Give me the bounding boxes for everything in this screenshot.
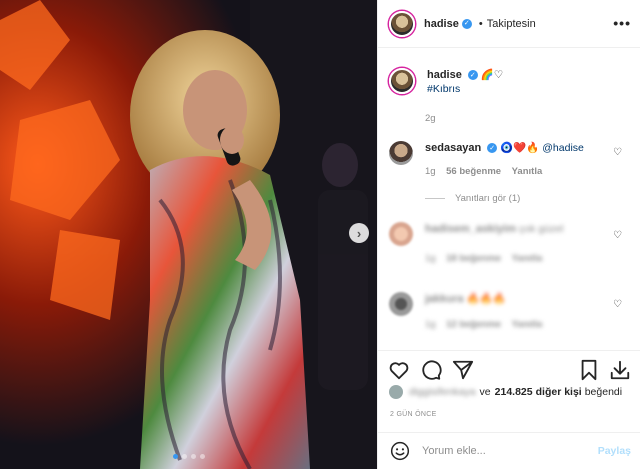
comment-form: Yorum ekle... Paylaş	[378, 432, 640, 469]
replies-divider	[425, 198, 445, 199]
comment-age: 1g	[425, 253, 436, 264]
comment-likes[interactable]: 56 beğenme	[446, 166, 501, 177]
comment-item: jakkura 🔥🔥🔥 1g 12 beğenme Yanıtla	[389, 292, 542, 332]
comment-input[interactable]: Yorum ekle...	[422, 445, 598, 457]
comment-item: sedasayan ✓ 🧿❤️🔥 @hadise 1g 56 beğenme Y…	[389, 141, 584, 179]
comment-mention[interactable]: @hadise	[542, 142, 584, 154]
caption-username[interactable]: hadise	[427, 69, 462, 81]
post-comment-button[interactable]: Paylaş	[598, 445, 631, 457]
commenter-username[interactable]: jakkura	[425, 293, 464, 305]
comment-emojis: 🧿❤️🔥	[500, 142, 540, 154]
view-replies-label[interactable]: Yanıtları gör (1)	[455, 193, 520, 204]
comment-likes[interactable]: 12 beğenme	[446, 319, 501, 330]
post-actions: diggisifenkaya ve 214.825 diğer kişi beğ…	[378, 350, 640, 432]
caption-emojis: 🌈♡	[480, 69, 504, 81]
bookmark-icon[interactable]	[578, 359, 600, 381]
reply-button[interactable]: Yanıtla	[512, 166, 543, 177]
more-options-icon[interactable]: •••	[613, 15, 631, 31]
likes-verb: beğendi	[584, 386, 623, 398]
comment-item: hadisem_askiyim çok güzel 1g 18 beğenme …	[389, 222, 563, 266]
post-side-panel: hadise ✓ • Takiptesin ••• hadise ✓ 🌈♡ #K…	[377, 0, 640, 469]
comment-meta: 1g 56 beğenme Yanıtla	[425, 165, 584, 179]
verified-badge-icon: ✓	[487, 143, 498, 154]
comment-meta: 1g 12 beğenme Yanıtla	[425, 318, 542, 332]
carousel-indicator	[0, 454, 377, 459]
caption-age: 2g	[425, 113, 436, 124]
download-icon[interactable]	[609, 359, 631, 381]
chevron-right-icon: ›	[356, 225, 362, 241]
caption-hashtag[interactable]: #Kıbrıs	[427, 82, 503, 96]
commenter-avatar[interactable]	[389, 141, 413, 165]
carousel-dot	[172, 454, 178, 459]
comment-meta: 1g 18 beğenme Yanıtla	[425, 252, 563, 266]
carousel-next-button[interactable]: ›	[349, 223, 369, 243]
caption-avatar[interactable]	[389, 68, 415, 94]
liker-username[interactable]: diggisifenkaya	[409, 386, 476, 398]
carousel-dot	[199, 454, 205, 459]
likes-others[interactable]: diğer kişi	[536, 386, 582, 398]
comment-age: 1g	[425, 166, 436, 177]
comment-text: 🔥🔥🔥	[466, 293, 506, 305]
view-replies[interactable]: Yanıtları gör (1)	[425, 193, 520, 204]
reply-button[interactable]: Yanıtla	[512, 253, 543, 264]
instagram-post: › hadise ✓ • Takiptesin ••• hadise ✓ 🌈♡ …	[0, 0, 640, 469]
comment-like-heart-icon[interactable]: ♡	[613, 299, 622, 310]
comment-age: 1g	[425, 319, 436, 330]
carousel-dot	[181, 454, 187, 459]
follow-status[interactable]: Takiptesin	[487, 18, 536, 30]
author-username[interactable]: hadise	[424, 18, 459, 30]
commenter-username[interactable]: hadisem_askiyim	[425, 223, 516, 235]
caption: hadise ✓ 🌈♡ #Kıbrıs	[389, 68, 503, 96]
emoji-icon[interactable]	[390, 441, 410, 461]
heart-icon[interactable]	[388, 359, 410, 381]
carousel-dot	[190, 454, 196, 459]
verified-badge-icon: ✓	[461, 18, 472, 29]
reply-button[interactable]: Yanıtla	[512, 319, 543, 330]
author-avatar[interactable]	[389, 10, 415, 37]
commenter-avatar[interactable]	[389, 222, 413, 246]
concert-photo	[0, 0, 377, 469]
commenter-username[interactable]: sedasayan	[425, 142, 481, 154]
post-header: hadise ✓ • Takiptesin •••	[378, 0, 640, 48]
likes-summary[interactable]: diggisifenkaya ve 214.825 diğer kişi beğ…	[389, 385, 622, 399]
comment-like-heart-icon[interactable]: ♡	[613, 230, 622, 241]
post-date: 2 GÜN ÖNCE	[390, 411, 437, 418]
likes-count[interactable]: 214.825	[495, 386, 533, 398]
follow-separator: •	[475, 17, 483, 30]
likes-connector: ve	[479, 386, 491, 398]
liker-avatar	[389, 385, 403, 399]
comment-text: çok güzel	[519, 223, 564, 235]
comment-icon[interactable]	[420, 359, 442, 381]
comment-likes[interactable]: 18 beğenme	[446, 253, 501, 264]
paper-plane-icon[interactable]	[452, 359, 474, 381]
verified-badge-icon: ✓	[467, 70, 478, 81]
post-photo[interactable]: ›	[0, 0, 377, 469]
commenter-avatar[interactable]	[389, 292, 413, 316]
comment-like-heart-icon[interactable]: ♡	[613, 147, 622, 158]
